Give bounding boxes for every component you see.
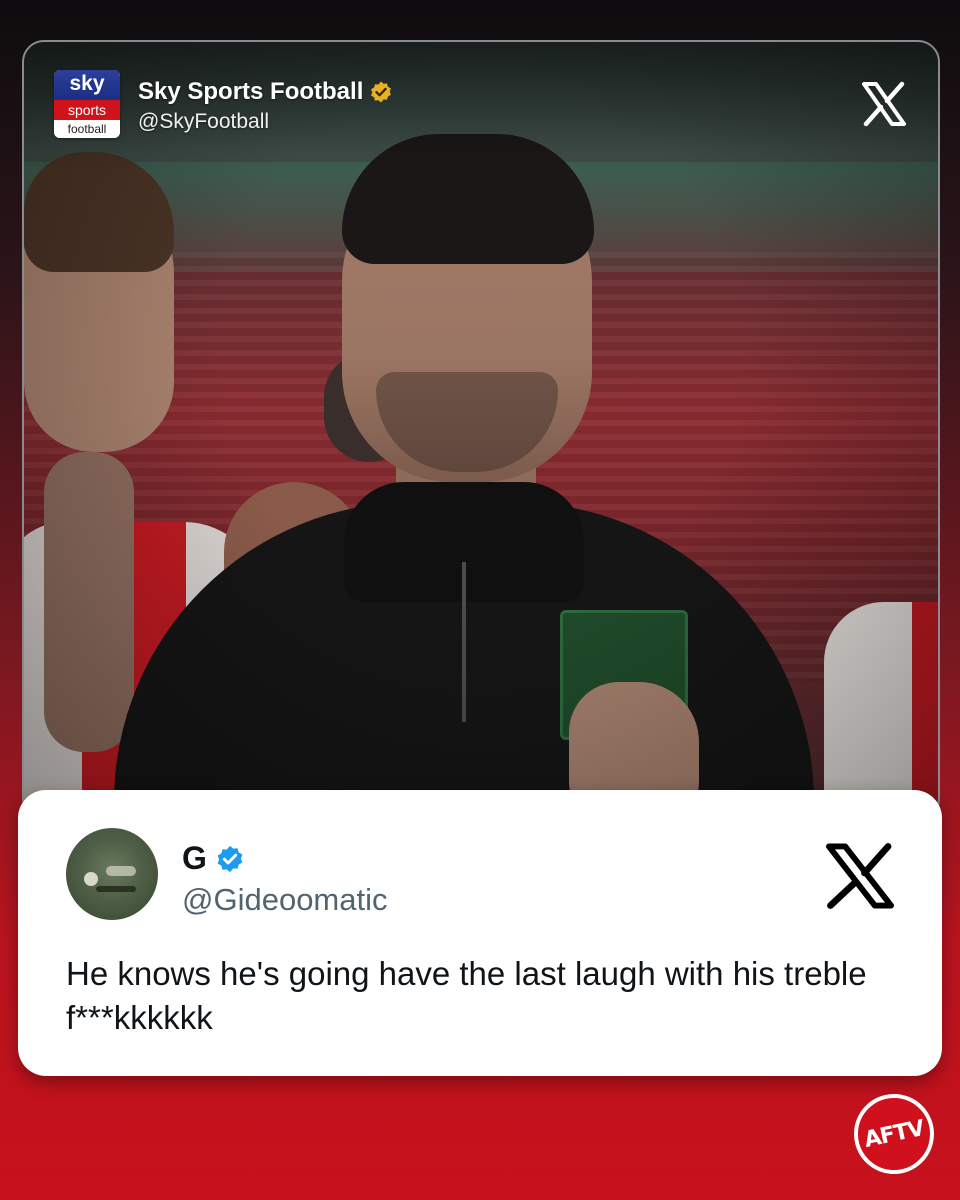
reply-account-name[interactable]: G [182,840,245,877]
photo-top-shade [24,42,938,172]
photo-card: sky sports football Sky Sports Football … [22,40,940,820]
aftv-logo: AFTV [854,1094,934,1174]
logo-text-football: football [54,120,120,138]
gold-verified-icon [369,80,393,104]
original-account-handle[interactable]: @SkyFootball [138,110,269,134]
blue-verified-icon [215,844,245,874]
x-logo-icon[interactable] [860,80,908,128]
logo-text-sports: sports [54,100,120,120]
x-logo-icon[interactable] [824,842,896,910]
avatar[interactable] [66,828,158,920]
logo-text-sky: sky [54,70,120,100]
aftv-logo-text: AFTV [862,1115,926,1153]
reply-account-name-text: G [182,840,207,876]
reply-card: G @Gideoomatic He knows he's going have … [18,790,942,1076]
reply-account-handle[interactable]: @Gideoomatic [182,882,388,918]
sky-sports-football-logo[interactable]: sky sports football [54,70,120,138]
original-account-name-text: Sky Sports Football [138,78,364,105]
original-account-name[interactable]: Sky Sports Football [138,78,393,106]
reply-text: He knows he's going have the last laugh … [66,955,867,1036]
